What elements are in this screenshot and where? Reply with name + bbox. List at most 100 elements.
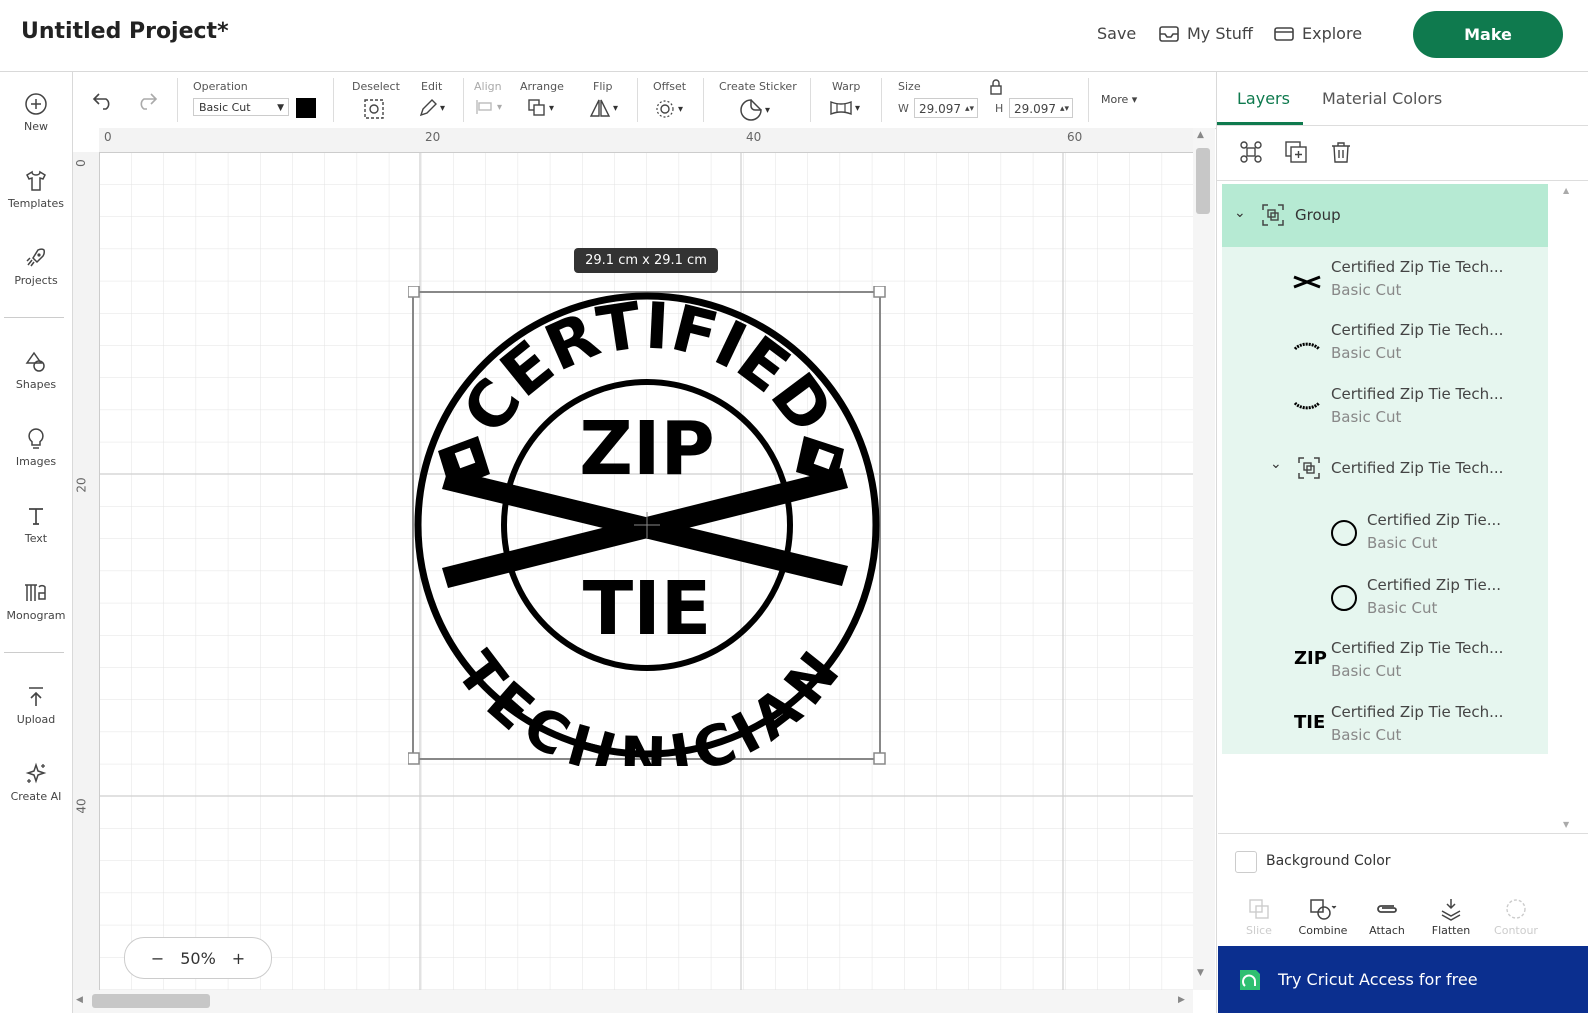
vertical-scrollbar[interactable]: ▲ ▼ — [1193, 128, 1215, 990]
explore-button[interactable]: Explore — [1274, 24, 1362, 43]
layers-scroll-down[interactable]: ▼ — [1563, 820, 1569, 829]
deselect-button[interactable] — [363, 98, 385, 120]
left-sidebar: New Templates Projects Shapes Images Tex… — [0, 72, 73, 1013]
flatten-icon — [1441, 899, 1461, 921]
project-title[interactable]: Untitled Project* — [21, 19, 229, 44]
toolbar-separator — [333, 78, 334, 122]
caret-down-icon: ▼ — [277, 103, 284, 113]
resize-handle[interactable] — [408, 752, 420, 765]
height-input[interactable]: 29.097 ▴▾ — [1009, 98, 1073, 118]
background-color-checkbox[interactable] — [1235, 851, 1257, 873]
create-sticker-button[interactable]: ▾ — [739, 98, 770, 122]
scroll-thumb[interactable] — [92, 994, 210, 1008]
tab-layers[interactable]: Layers — [1237, 89, 1290, 108]
duplicate-button[interactable] — [1284, 140, 1308, 168]
scroll-right-arrow[interactable]: ▶ — [1178, 995, 1185, 1005]
chevron-down-icon[interactable]: ⌄ — [1234, 205, 1246, 221]
crossed-ties-thumbnail — [1293, 275, 1321, 289]
layer-row[interactable]: Certified Zip Tie Tech... Basic Cut — [1222, 254, 1548, 312]
save-label: Save — [1097, 24, 1137, 43]
my-stuff-label: My Stuff — [1187, 24, 1253, 43]
sidebar-item-templates[interactable]: Templates — [0, 169, 72, 210]
make-button[interactable]: Make — [1413, 11, 1563, 58]
layer-name: Certified Zip Tie... — [1367, 511, 1502, 529]
sidebar-label: Templates — [8, 197, 64, 210]
my-stuff-button[interactable]: My Stuff — [1159, 24, 1253, 43]
zoom-out-button[interactable]: − — [151, 949, 164, 968]
color-swatch[interactable] — [296, 98, 316, 118]
arrange-button[interactable]: ▾ — [527, 98, 554, 118]
layer-row[interactable]: Certified Zip Tie Tech... Basic Cut — [1222, 381, 1548, 439]
layer-name: Certified Zip Tie Tech... — [1331, 321, 1504, 339]
sidebar-item-shapes[interactable]: Shapes — [0, 350, 72, 391]
subgroup-row[interactable]: ⌄ Certified Zip Tie Tech... — [1222, 449, 1548, 489]
vertical-ruler: 0 20 40 — [73, 152, 100, 990]
scroll-down-arrow[interactable]: ▼ — [1197, 968, 1204, 978]
redo-icon — [140, 93, 158, 110]
sidebar-item-images[interactable]: Images — [0, 427, 72, 468]
layer-row[interactable]: ZIP Certified Zip Tie Tech... Basic Cut — [1222, 635, 1548, 693]
height-value: 29.097 — [1014, 102, 1056, 116]
tie-thumbnail: TIE — [1294, 712, 1326, 733]
align-button[interactable]: ▾ — [475, 98, 502, 116]
monogram-icon — [25, 584, 46, 601]
group-layers-button[interactable] — [1239, 140, 1263, 168]
offset-button[interactable]: ▾ — [654, 98, 683, 120]
layer-row[interactable]: Certified Zip Tie Tech... Basic Cut — [1222, 317, 1548, 375]
group-icon — [1240, 141, 1262, 163]
scroll-thumb[interactable] — [1196, 148, 1210, 214]
combine-button[interactable]: Combine — [1293, 897, 1353, 937]
group-label: Group — [1295, 206, 1341, 224]
design-selection[interactable]: CERTIFIED TECHNICIAN ZIP TIE — [408, 286, 888, 766]
layer-operation: Basic Cut — [1331, 344, 1402, 362]
zoom-in-button[interactable]: + — [232, 949, 245, 968]
chevron-down-icon[interactable]: ⌄ — [1270, 456, 1282, 472]
operation-select[interactable]: Basic Cut ▼ — [193, 98, 289, 116]
cricut-access-banner[interactable]: Try Cricut Access for free — [1218, 946, 1588, 1013]
offset-icon — [656, 100, 674, 118]
group-row[interactable]: ⌄ Group — [1222, 184, 1548, 247]
layer-row[interactable]: TIE Certified Zip Tie Tech... Basic Cut — [1222, 699, 1548, 757]
horizontal-scrollbar[interactable]: ◀ ▶ — [73, 990, 1193, 1013]
layers-scroll-up[interactable]: ▲ — [1563, 186, 1569, 195]
stepper-icon[interactable]: ▴▾ — [1060, 99, 1069, 119]
sidebar-item-monogram[interactable]: Monogram — [0, 581, 72, 622]
save-button[interactable]: Save — [1097, 24, 1136, 43]
resize-handle[interactable] — [873, 286, 886, 298]
layer-row[interactable]: Certified Zip Tie... Basic Cut — [1222, 507, 1548, 565]
undo-button[interactable] — [91, 90, 115, 110]
scroll-up-arrow[interactable]: ▲ — [1197, 130, 1204, 140]
flip-button[interactable]: ▾ — [589, 98, 618, 118]
more-button[interactable]: More ▾ — [1101, 93, 1137, 106]
lock-icon[interactable] — [989, 79, 1003, 99]
sidebar-item-upload[interactable]: Upload — [0, 685, 72, 726]
redo-button[interactable] — [135, 90, 159, 110]
width-input[interactable]: 29.097 ▴▾ — [914, 98, 978, 118]
warp-button[interactable]: ▾ — [829, 98, 860, 118]
edit-button[interactable]: ▾ — [418, 98, 445, 118]
cricut-access-icon — [1240, 969, 1260, 990]
contour-button[interactable]: Contour — [1486, 897, 1546, 937]
operation-value: Basic Cut — [199, 101, 251, 114]
contour-icon — [1506, 899, 1526, 919]
stepper-icon[interactable]: ▴▾ — [965, 99, 974, 119]
sidebar-item-create-ai[interactable]: Create AI — [0, 762, 72, 803]
delete-button[interactable] — [1329, 140, 1353, 168]
toolbar-separator — [810, 78, 811, 122]
sidebar-item-projects[interactable]: Projects — [0, 246, 72, 287]
sidebar-item-text[interactable]: Text — [0, 504, 72, 545]
flatten-button[interactable]: Flatten — [1421, 897, 1481, 937]
card-icon — [1274, 26, 1294, 41]
layer-operation: Basic Cut — [1331, 726, 1402, 744]
scroll-left-arrow[interactable]: ◀ — [76, 995, 83, 1005]
slice-button[interactable]: Slice — [1229, 897, 1289, 937]
resize-handle[interactable] — [408, 286, 420, 298]
sidebar-item-new[interactable]: New — [0, 92, 72, 133]
layer-operation: Basic Cut — [1367, 534, 1438, 552]
resize-handle[interactable] — [873, 752, 886, 765]
attach-button[interactable]: Attach — [1357, 897, 1417, 937]
tshirt-icon — [26, 170, 46, 191]
layer-row[interactable]: Certified Zip Tie... Basic Cut — [1222, 572, 1548, 630]
tab-material-colors[interactable]: Material Colors — [1322, 89, 1442, 108]
combine-icon — [1310, 899, 1337, 920]
